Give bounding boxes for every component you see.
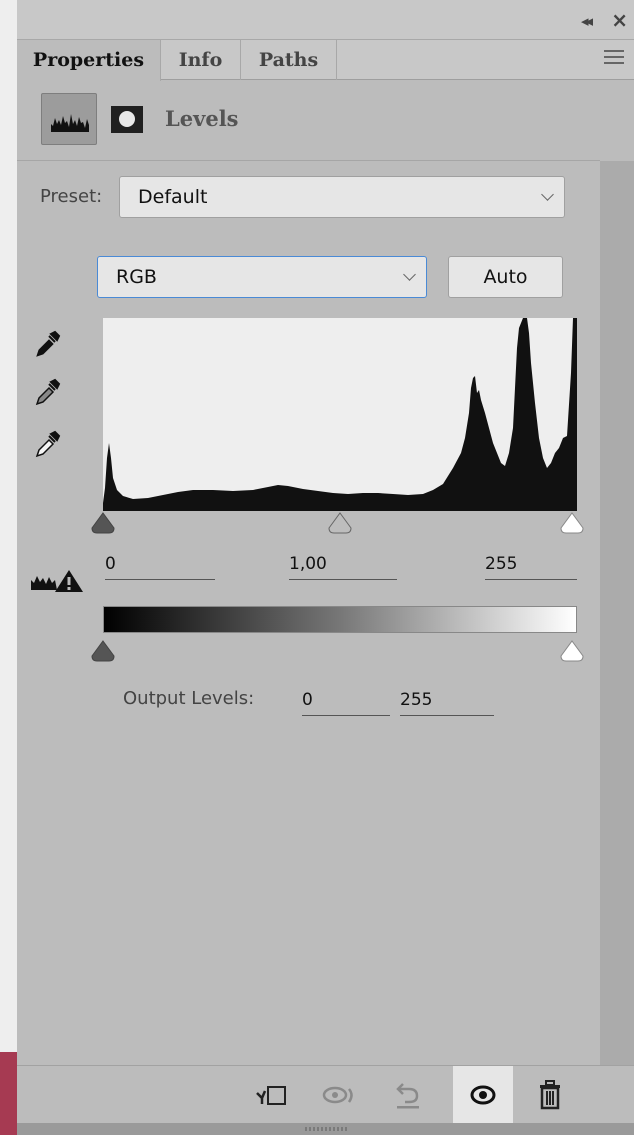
output-gradient-bar xyxy=(103,606,577,633)
input-white-slider[interactable] xyxy=(560,512,584,534)
output-black-field[interactable]: 0 xyxy=(302,688,390,716)
preset-dropdown[interactable]: Default xyxy=(119,176,565,218)
channel-value: RGB xyxy=(116,266,157,288)
output-white-slider[interactable] xyxy=(560,640,584,662)
preset-label: Preset: xyxy=(40,186,103,207)
white-eyedropper-icon[interactable] xyxy=(35,430,61,458)
layer-mask-icon[interactable] xyxy=(111,106,143,133)
adjustment-header: Levels xyxy=(17,80,634,160)
output-levels-label: Output Levels: xyxy=(123,688,255,709)
histogram-baseline xyxy=(103,508,577,511)
tab-paths[interactable]: Paths xyxy=(241,40,337,80)
adjustment-title: Levels xyxy=(165,106,239,131)
auto-button[interactable]: Auto xyxy=(448,256,563,298)
input-black-slider[interactable] xyxy=(91,512,115,534)
bottom-toolbar xyxy=(17,1065,634,1124)
collapse-icon[interactable]: ◂◂ xyxy=(581,12,593,30)
view-previous-icon[interactable] xyxy=(320,1077,356,1113)
close-icon[interactable]: × xyxy=(611,8,628,32)
input-gamma-field[interactable]: 1,00 xyxy=(289,552,397,580)
chevron-down-icon xyxy=(403,268,416,281)
input-white-field[interactable]: 255 xyxy=(485,552,577,580)
clip-to-layer-icon[interactable] xyxy=(254,1077,290,1113)
input-gamma-slider[interactable] xyxy=(328,512,352,534)
preset-value: Default xyxy=(138,186,208,208)
trash-icon[interactable] xyxy=(532,1077,568,1113)
input-black-field[interactable]: 0 xyxy=(105,552,215,580)
tab-properties[interactable]: Properties xyxy=(17,40,161,81)
scrollbar-track[interactable] xyxy=(600,161,634,1065)
resize-grip[interactable] xyxy=(305,1127,349,1131)
black-eyedropper-icon[interactable] xyxy=(35,330,61,358)
visibility-eye-icon xyxy=(470,1085,496,1105)
levels-histogram-icon[interactable] xyxy=(41,93,97,145)
gray-eyedropper-icon[interactable] xyxy=(35,378,61,406)
output-white-field[interactable]: 255 xyxy=(400,688,494,716)
clipping-warning-icon[interactable] xyxy=(29,566,87,596)
output-black-slider[interactable] xyxy=(91,640,115,662)
chevron-down-icon xyxy=(541,188,554,201)
divider xyxy=(17,160,600,161)
panel-titlebar: ◂◂ × xyxy=(17,0,634,40)
tab-bar: Properties Info Paths xyxy=(17,40,634,81)
visibility-toggle-button[interactable] xyxy=(453,1066,513,1124)
properties-panel: ◂◂ × Properties Info Paths Levels Preset… xyxy=(17,0,634,1135)
histogram xyxy=(103,318,577,508)
panel-menu-icon[interactable] xyxy=(604,50,624,66)
reset-icon[interactable] xyxy=(389,1077,425,1113)
channel-dropdown[interactable]: RGB xyxy=(97,256,427,298)
tab-info[interactable]: Info xyxy=(161,40,241,80)
